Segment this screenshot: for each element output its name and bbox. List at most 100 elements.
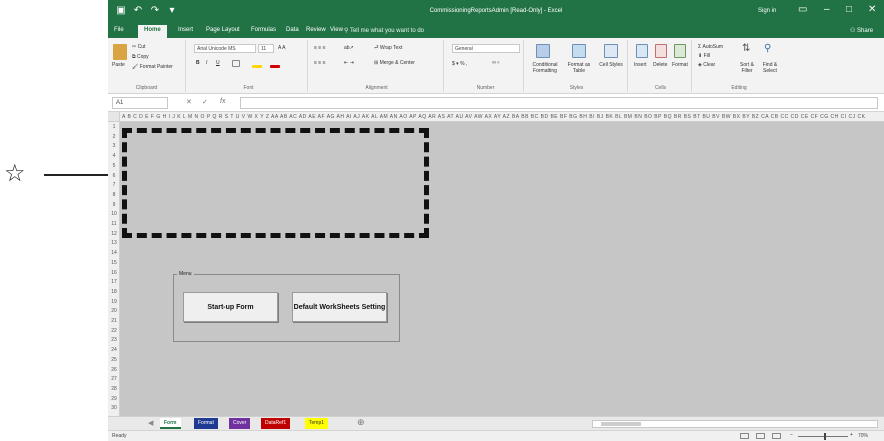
row-header[interactable]: 2 — [108, 134, 120, 140]
sort-filter-label[interactable]: Sort & Filter — [736, 62, 758, 74]
minimize-icon[interactable]: – — [824, 4, 830, 16]
row-header[interactable]: 23 — [108, 337, 120, 343]
fill-color-icon[interactable] — [252, 65, 262, 68]
tab-page-layout[interactable]: Page Layout — [206, 27, 240, 33]
page-layout-view-icon[interactable] — [756, 433, 765, 439]
row-header[interactable]: 27 — [108, 376, 120, 382]
row-header[interactable]: 20 — [108, 308, 120, 314]
row-header[interactable]: 10 — [108, 211, 120, 217]
zoom-slider[interactable] — [798, 436, 848, 437]
prev-sheet-icon[interactable]: ◀ — [148, 419, 153, 427]
row-header[interactable]: 28 — [108, 386, 120, 392]
formula-input[interactable] — [240, 97, 878, 109]
find-select-icon[interactable]: ⚲ — [764, 43, 771, 54]
horizontal-scrollbar[interactable] — [592, 420, 878, 428]
add-sheet-icon[interactable]: ⊕ — [357, 417, 365, 428]
zoom-in-icon[interactable]: + — [850, 432, 853, 438]
row-header[interactable]: 13 — [108, 240, 120, 246]
tell-me-search[interactable]: ⚲ Tell me what you want to do — [344, 27, 424, 34]
align-top-icon[interactable]: ≡ ≡ ≡ — [314, 45, 326, 51]
row-header[interactable]: 4 — [108, 153, 120, 159]
copy-button[interactable]: ⧉ Copy — [132, 54, 149, 60]
font-name-select[interactable]: Arial Unicode MS — [194, 44, 256, 53]
borders-icon[interactable] — [232, 60, 240, 67]
row-header[interactable]: 19 — [108, 299, 120, 305]
wrap-text-button[interactable]: ⮐ Wrap Text — [374, 45, 402, 53]
row-header[interactable]: 18 — [108, 289, 120, 295]
normal-view-icon[interactable] — [740, 433, 749, 439]
row-header[interactable]: 8 — [108, 192, 120, 198]
row-header[interactable]: 15 — [108, 260, 120, 266]
accounting-format-icon[interactable]: $ ▾ % , — [452, 61, 467, 67]
insert-function-icon[interactable]: fx — [220, 98, 225, 105]
format-cells-icon[interactable] — [674, 44, 686, 58]
underline-icon[interactable]: U — [216, 60, 220, 66]
row-header[interactable]: 5 — [108, 163, 120, 169]
row-header[interactable]: 3 — [108, 143, 120, 149]
find-select-label[interactable]: Find & Select — [758, 62, 782, 74]
number-format-select[interactable]: General — [452, 44, 520, 53]
row-header[interactable]: 29 — [108, 396, 120, 402]
sort-filter-icon[interactable]: ⇅ — [742, 43, 750, 54]
tab-file[interactable]: File — [114, 27, 124, 33]
ribbon-display-icon[interactable]: ▭ — [798, 4, 807, 16]
row-header[interactable]: 6 — [108, 173, 120, 179]
format-as-table-icon[interactable] — [572, 44, 586, 58]
sheet-tab-dataref1[interactable]: DataRef1 — [261, 418, 291, 429]
row-header[interactable]: 1 — [108, 124, 120, 130]
sheet-tab-form[interactable]: Form — [160, 418, 181, 429]
row-header[interactable]: 30 — [108, 405, 120, 411]
italic-icon[interactable]: I — [206, 60, 207, 66]
decimal-icon[interactable]: ⁰⁰ ⁰ — [492, 61, 499, 67]
sheet-tab-format[interactable]: Format — [194, 418, 218, 429]
paste-label[interactable]: Paste — [112, 62, 125, 68]
insert-cells-icon[interactable] — [636, 44, 648, 58]
format-as-table-label[interactable]: Format as Table — [564, 62, 594, 74]
conditional-formatting-icon[interactable] — [536, 44, 550, 58]
scroll-thumb[interactable] — [601, 422, 641, 426]
row-header[interactable]: 9 — [108, 202, 120, 208]
tab-insert[interactable]: Insert — [178, 27, 193, 33]
row-header[interactable]: 21 — [108, 318, 120, 324]
clear-button[interactable]: ◈ Clear — [698, 62, 715, 68]
default-worksheets-setting-button[interactable]: Default WorkSheets Setting — [292, 292, 387, 322]
cell-styles-label[interactable]: Cell Styles — [598, 62, 624, 68]
row-header[interactable]: 22 — [108, 328, 120, 334]
merge-center-button[interactable]: ⊞ Merge & Center — [374, 60, 415, 66]
delete-cells-icon[interactable] — [655, 44, 667, 58]
row-header[interactable]: 25 — [108, 357, 120, 363]
page-break-view-icon[interactable] — [772, 433, 781, 439]
sign-in-link[interactable]: Sign in — [758, 8, 776, 14]
select-all-button[interactable] — [108, 112, 120, 121]
column-letters[interactable]: A B C D E F G H I J K L M N O P Q R S T … — [122, 114, 865, 120]
tab-data[interactable]: Data — [286, 27, 299, 33]
delete-label[interactable]: Delete — [653, 62, 667, 68]
format-label[interactable]: Format — [672, 62, 688, 68]
startup-form-button[interactable]: Start-up Form — [183, 292, 278, 322]
orientation-icon[interactable]: ab↗ — [344, 45, 354, 51]
paste-icon[interactable] — [113, 44, 127, 60]
row-header[interactable]: 24 — [108, 347, 120, 353]
share-button[interactable]: ⚇ Share — [850, 27, 873, 34]
font-size-select[interactable]: 11 — [258, 44, 274, 53]
name-box[interactable]: A1 — [112, 97, 168, 109]
zoom-slider-thumb[interactable] — [824, 433, 826, 440]
fill-button[interactable]: ⬇ Fill — [698, 53, 710, 59]
row-header[interactable]: 16 — [108, 270, 120, 276]
zoom-level[interactable]: 70% — [858, 433, 868, 439]
row-header[interactable]: 14 — [108, 250, 120, 256]
row-header[interactable]: 26 — [108, 367, 120, 373]
zoom-out-icon[interactable]: − — [790, 432, 793, 438]
cell-styles-icon[interactable] — [604, 44, 618, 58]
row-header[interactable]: 7 — [108, 182, 120, 188]
cancel-entry-icon[interactable]: ✕ — [186, 98, 192, 106]
font-color-icon[interactable] — [270, 65, 280, 68]
autosum-button[interactable]: Σ AutoSum — [698, 44, 723, 50]
tab-formulas[interactable]: Formulas — [251, 27, 276, 33]
cut-button[interactable]: ✂ Cut — [132, 44, 145, 50]
row-header[interactable]: 12 — [108, 231, 120, 237]
grow-font-icon[interactable]: A A — [278, 45, 286, 51]
bold-icon[interactable]: B — [196, 60, 200, 66]
maximize-icon[interactable]: □ — [846, 4, 852, 16]
insert-label[interactable]: Insert — [634, 62, 647, 68]
